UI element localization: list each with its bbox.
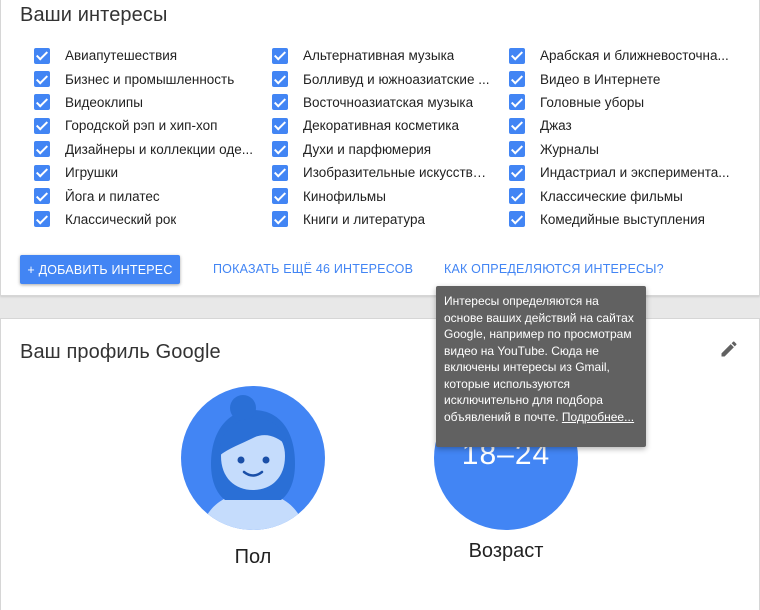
interest-item[interactable]: Индастриал и эксперимента... bbox=[509, 161, 754, 184]
checkbox-checked-icon[interactable] bbox=[272, 164, 288, 181]
interest-label: Классический рок bbox=[65, 211, 177, 227]
profile-card: Ваш профиль Google bbox=[0, 318, 760, 610]
interest-label: Альтернативная музыка bbox=[303, 48, 455, 64]
interest-label: Авиапутешествия bbox=[65, 48, 178, 64]
checkbox-checked-icon[interactable] bbox=[34, 188, 50, 205]
interest-item[interactable]: Журналы bbox=[509, 138, 754, 161]
interest-label: Классические фильмы bbox=[540, 188, 683, 204]
interest-label: Видео в Интернете bbox=[540, 71, 661, 87]
interest-label: Восточноазиатская музыка bbox=[303, 94, 474, 110]
learn-more-link[interactable]: Подробнее... bbox=[562, 410, 634, 424]
interest-label: Городской рэп и хип-хоп bbox=[65, 118, 218, 134]
interest-label: Дизайнеры и коллекции оде... bbox=[65, 141, 253, 157]
interest-item[interactable]: Альтернативная музыка bbox=[272, 44, 509, 67]
interests-card: Ваши интересы Авиапутешествия Бизнес и пр… bbox=[0, 0, 760, 296]
checkbox-checked-icon[interactable] bbox=[509, 117, 525, 134]
interests-tooltip: Интересы определяются на основе ваших де… bbox=[436, 286, 646, 447]
checkbox-checked-icon[interactable] bbox=[272, 47, 288, 64]
interest-item[interactable]: Духи и парфюмерия bbox=[272, 138, 509, 161]
interest-label: Арабская и ближневосточна... bbox=[540, 48, 729, 64]
interest-item[interactable]: Арабская и ближневосточна... bbox=[509, 44, 754, 67]
checkbox-checked-icon[interactable] bbox=[509, 188, 525, 205]
checkbox-checked-icon[interactable] bbox=[34, 94, 50, 111]
checkbox-checked-icon[interactable] bbox=[509, 94, 525, 111]
edit-pencil-icon[interactable] bbox=[719, 339, 739, 359]
interest-item[interactable]: Авиапутешествия bbox=[34, 44, 272, 67]
checkbox-checked-icon[interactable] bbox=[272, 117, 288, 134]
interest-item[interactable]: Йога и пилатес bbox=[34, 184, 272, 207]
checkbox-checked-icon[interactable] bbox=[272, 94, 288, 111]
interest-label: Йога и пилатес bbox=[65, 188, 160, 204]
interests-list: Авиапутешествия Бизнес и промышленность Ви… bbox=[34, 44, 754, 231]
checkbox-checked-icon[interactable] bbox=[509, 164, 525, 181]
interest-item[interactable]: Джаз bbox=[509, 114, 754, 137]
interest-label: Книги и литература bbox=[303, 211, 425, 227]
interest-item[interactable]: Дизайнеры и коллекции оде... bbox=[34, 138, 272, 161]
profile-title: Ваш профиль Google bbox=[20, 341, 221, 363]
interest-item[interactable]: Бизнес и промышленность bbox=[34, 67, 272, 90]
interest-item[interactable]: Видео в Интернете bbox=[509, 67, 754, 90]
interest-label: Игрушки bbox=[65, 165, 119, 181]
interest-item[interactable]: Книги и литература bbox=[272, 208, 509, 231]
female-avatar-icon bbox=[201, 395, 305, 530]
age-label: Возраст bbox=[468, 540, 544, 562]
checkbox-checked-icon[interactable] bbox=[34, 164, 50, 181]
checkbox-checked-icon[interactable] bbox=[509, 211, 525, 228]
interest-label: Индастриал и эксперимента... bbox=[540, 165, 730, 181]
checkbox-checked-icon[interactable] bbox=[34, 47, 50, 64]
interest-item[interactable]: Видеоклипы bbox=[34, 91, 272, 114]
interest-item[interactable]: Восточноазиатская музыка bbox=[272, 91, 509, 114]
interest-label: Видеоклипы bbox=[65, 94, 143, 110]
interests-title: Ваши интересы bbox=[20, 4, 168, 26]
interest-label: Журналы bbox=[540, 141, 599, 157]
interest-item[interactable]: Классические фильмы bbox=[509, 184, 754, 207]
add-interest-button[interactable]: + ДОБАВИТЬ ИНТЕРЕС bbox=[20, 255, 180, 284]
interest-item[interactable]: Болливуд и южноазиатские ... bbox=[272, 67, 509, 90]
interest-item[interactable]: Игрушки bbox=[34, 161, 272, 184]
how-interests-determined-link[interactable]: КАК ОПРЕДЕЛЯЮТСЯ ИНТЕРЕСЫ? bbox=[444, 262, 664, 276]
interest-item[interactable]: Кинофильмы bbox=[272, 184, 509, 207]
checkbox-checked-icon[interactable] bbox=[509, 47, 525, 64]
interest-item[interactable]: Изобразительные искусства ... bbox=[272, 161, 509, 184]
checkbox-checked-icon[interactable] bbox=[272, 141, 288, 158]
checkbox-checked-icon[interactable] bbox=[272, 188, 288, 205]
gender-label: Пол bbox=[234, 546, 272, 568]
interest-item[interactable]: Головные уборы bbox=[509, 91, 754, 114]
interest-label: Болливуд и южноазиатские ... bbox=[303, 71, 490, 87]
checkbox-checked-icon[interactable] bbox=[34, 141, 50, 158]
checkbox-checked-icon[interactable] bbox=[34, 71, 50, 88]
interest-item[interactable]: Комедийные выступления bbox=[509, 208, 754, 231]
interest-label: Комедийные выступления bbox=[540, 211, 705, 227]
checkbox-checked-icon[interactable] bbox=[272, 71, 288, 88]
checkbox-checked-icon[interactable] bbox=[272, 211, 288, 228]
interest-label: Головные уборы bbox=[540, 94, 645, 110]
interest-label: Духи и парфюмерия bbox=[303, 141, 432, 157]
checkbox-checked-icon[interactable] bbox=[509, 71, 525, 88]
interest-item[interactable]: Классический рок bbox=[34, 208, 272, 231]
interest-item[interactable]: Декоративная косметика bbox=[272, 114, 509, 137]
checkbox-checked-icon[interactable] bbox=[509, 141, 525, 158]
interest-item[interactable]: Городской рэп и хип-хоп bbox=[34, 114, 272, 137]
checkbox-checked-icon[interactable] bbox=[34, 211, 50, 228]
show-more-interests-link[interactable]: ПОКАЗАТЬ ЕЩЁ 46 ИНТЕРЕСОВ bbox=[213, 262, 413, 276]
gender-avatar[interactable] bbox=[181, 386, 325, 530]
interest-label: Изобразительные искусства ... bbox=[303, 165, 493, 181]
interest-label: Джаз bbox=[540, 118, 572, 134]
interest-label: Декоративная косметика bbox=[303, 118, 459, 134]
interest-label: Кинофильмы bbox=[303, 188, 386, 204]
interest-label: Бизнес и промышленность bbox=[65, 71, 235, 87]
checkbox-checked-icon[interactable] bbox=[34, 117, 50, 134]
tooltip-text: Интересы определяются на основе ваших де… bbox=[444, 294, 634, 424]
